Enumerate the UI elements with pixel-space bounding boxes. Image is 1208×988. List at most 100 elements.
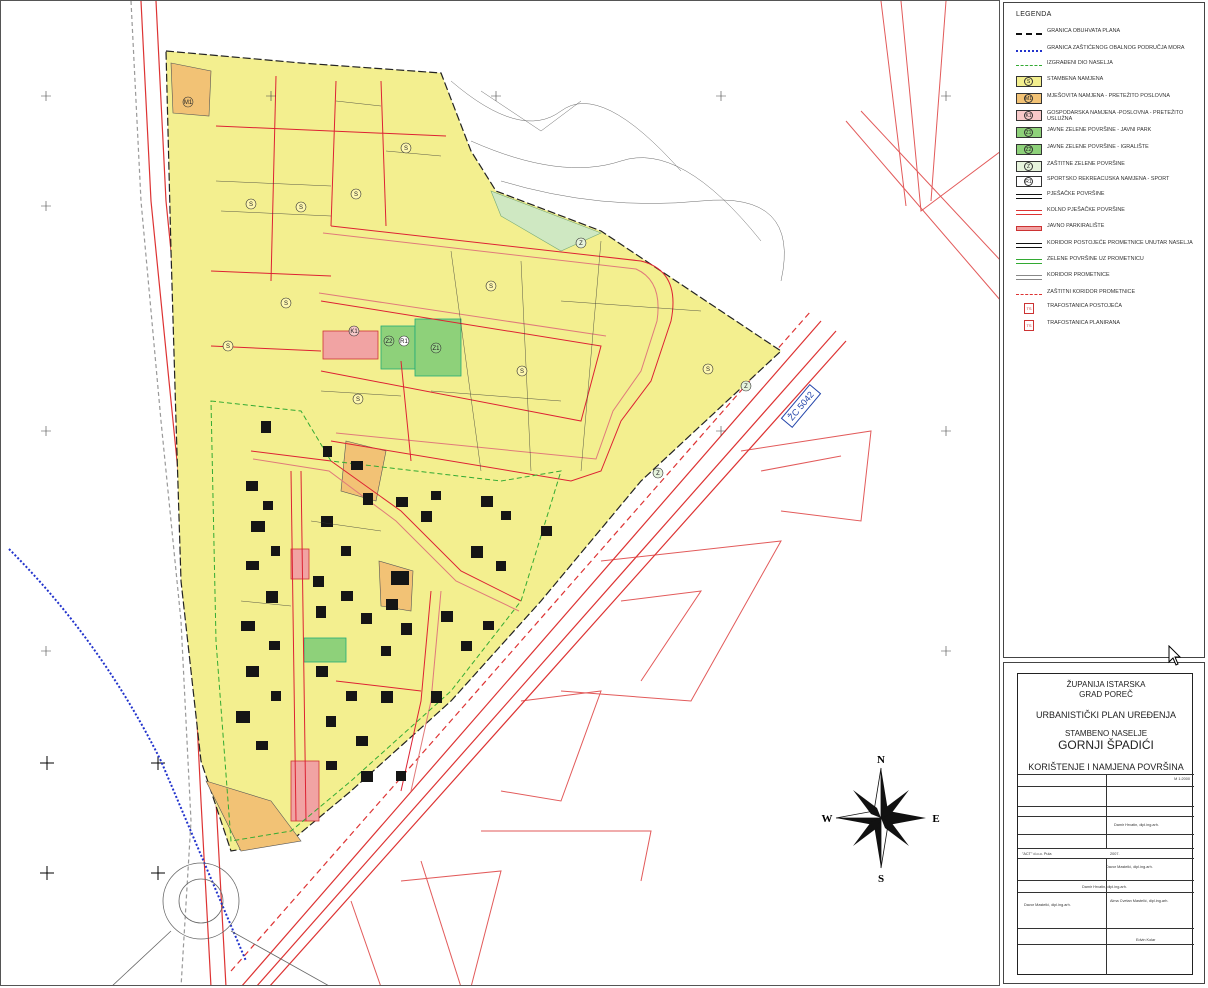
legend-item: Z ZAŠTITNE ZELENE POVRŠINE <box>1016 160 1201 174</box>
legend-item: M1 MJEŠOVITA NAMJENA - PRETEŽITO POSLOVNA <box>1016 92 1201 106</box>
legend-item: IZGRAĐENI DIO NASELJA <box>1016 59 1201 73</box>
svg-text:Z2: Z2 <box>385 339 393 345</box>
legend-symbol: K1 <box>1016 110 1042 121</box>
map-canvas[interactable]: S S S S S S S S S S Z Z Z Z2 Z1 K1 R1 M1 <box>0 0 1000 986</box>
legend-label: STAMBENA NAMJENA <box>1047 76 1104 82</box>
svg-text:S: S <box>520 369 524 375</box>
legend-label: KOLNO PJEŠAČKE POVRŠINE <box>1047 207 1125 213</box>
svg-text:S: S <box>354 192 358 198</box>
legend-symbol <box>1016 33 1042 35</box>
legend-zone-code: Z1 <box>1024 128 1033 137</box>
legend-zone-code: S <box>1024 77 1033 86</box>
legend-zone-code: Z2 <box>1024 145 1033 154</box>
legend-label: JAVNE ZELENE POVRŠINE - JAVNI PARK <box>1047 127 1152 133</box>
svg-text:Z: Z <box>579 241 583 247</box>
city-name: GRAD POREČ <box>1079 690 1133 699</box>
sheet-title: KORIŠTENJE I NAMJENA POVRŠINA <box>1028 762 1184 772</box>
legend-zone-code: M1 <box>1024 94 1033 103</box>
mouse-cursor-icon <box>1168 645 1182 666</box>
legend-label: SPORTSKO REKREACIJSKA NAMJENA - SPORT <box>1047 176 1170 182</box>
title-block: ŽUPANIJA ISTARSKA GRAD POREČ URBANISTIČK… <box>1003 662 1205 984</box>
plan-type: URBANISTIČKI PLAN UREĐENJA <box>1035 710 1177 720</box>
legend-symbol <box>1016 226 1042 231</box>
svg-text:S: S <box>299 205 303 211</box>
legend-symbol <box>1016 259 1042 264</box>
svg-text:S: S <box>404 146 408 152</box>
legend-label: ZAŠTITNI KORIDOR PROMETNICE <box>1047 289 1136 295</box>
svg-text:S: S <box>706 367 710 373</box>
legend-label: IZGRAĐENI DIO NASELJA <box>1047 60 1113 66</box>
legend-symbol <box>1016 194 1042 199</box>
legend-label: ZELENE POVRŠINE UZ PROMETNICU <box>1047 256 1144 262</box>
svg-text:Z: Z <box>656 471 660 477</box>
legend-label: ZAŠTITNE ZELENE POVRŠINE <box>1047 161 1125 167</box>
legend-symbol <box>1016 50 1042 52</box>
legend-zone-code: K1 <box>1024 111 1033 120</box>
legend-item: K1 GOSPODARSKA NAMJENA -POSLOVNA - PRETEŽ… <box>1016 109 1201 123</box>
legend-item: JAVNO PARKIRALIŠTE <box>1016 222 1201 236</box>
legend-item: ZAŠTITNI KORIDOR PROMETNICE <box>1016 288 1201 302</box>
legend-label: TRAFOSTANICA POSTOJEĆA <box>1047 303 1122 309</box>
legend-item: GRANICA OBUHVATA PLANA <box>1016 27 1201 41</box>
svg-text:K1: K1 <box>350 329 358 335</box>
legend-item: TS TRAFOSTANICA PLANIRANA <box>1016 319 1201 333</box>
svg-text:N: N <box>877 754 885 766</box>
title-block-frame: ŽUPANIJA ISTARSKA GRAD POREČ URBANISTIČK… <box>1017 673 1194 975</box>
legend-zone-code: R1 <box>1024 177 1033 186</box>
legend-item: Z2 JAVNE ZELENE POVRŠINE - IGRALIŠTE <box>1016 143 1201 157</box>
settlement-name: GORNJI ŠPADIĆI <box>1058 738 1154 752</box>
legend-label: JAVNO PARKIRALIŠTE <box>1047 223 1105 229</box>
svg-text:S: S <box>489 284 493 290</box>
legend-panel: LEGENDA GRANICA OBUHVATA PLANA GRANICA ZA… <box>1003 2 1205 658</box>
legend-label: PJEŠAČKE POVRŠINE <box>1047 191 1105 197</box>
svg-text:S: S <box>226 344 230 350</box>
compass-rose: N S E W <box>822 754 940 885</box>
county-name: ŽUPANIJA ISTARSKA <box>1066 680 1146 689</box>
svg-text:Z: Z <box>744 384 748 390</box>
legend-symbol <box>1016 294 1042 295</box>
legend-item: KORIDOR PROMETNICE <box>1016 271 1201 285</box>
legend-item: R1 SPORTSKO REKREACIJSKA NAMJENA - SPORT <box>1016 175 1201 189</box>
legend-label: KORIDOR PROMETNICE <box>1047 272 1110 278</box>
legend-symbol: Z2 <box>1016 144 1042 155</box>
legend-item: GRANICA ZAŠTIĆENOG OBALNOG PODRUČJA MORA <box>1016 44 1201 58</box>
legend-item: KORIDOR POSTOJEĆE PROMETNICE UNUTAR NASE… <box>1016 239 1201 253</box>
legend-title: LEGENDA <box>1016 11 1052 18</box>
legend-label: GRANICA ZAŠTIĆENOG OBALNOG PODRUČJA MORA <box>1047 45 1185 51</box>
svg-text:R1: R1 <box>400 339 408 345</box>
land-use-map: S S S S S S S S S S Z Z Z Z2 Z1 K1 R1 M1 <box>8 1 999 985</box>
legend-zone-code: Z <box>1024 162 1033 171</box>
legend-item: Z1 JAVNE ZELENE POVRŠINE - JAVNI PARK <box>1016 126 1201 140</box>
legend-symbol: TS <box>1024 303 1034 314</box>
legend-symbol <box>1016 275 1042 280</box>
settlement-label: STAMBENO NASELJE <box>1064 729 1148 738</box>
svg-text:Z1: Z1 <box>432 346 440 352</box>
legend-symbol: M1 <box>1016 93 1042 104</box>
tb-row-6: "ACT" d.o.o. Pula 2007. <box>1018 848 1194 858</box>
legend-symbol: TS <box>1024 320 1034 331</box>
legend-item: PJEŠAČKE POVRŠINE <box>1016 190 1201 204</box>
legend-item: KOLNO PJEŠAČKE POVRŠINE <box>1016 206 1201 220</box>
tb-divider <box>1106 858 1107 975</box>
legend-symbol: Z <box>1016 161 1042 172</box>
svg-text:S: S <box>284 301 288 307</box>
legend-symbol: R1 <box>1016 176 1042 187</box>
legend-symbol: Z1 <box>1016 127 1042 138</box>
legend-label: JAVNE ZELENE POVRŠINE - IGRALIŠTE <box>1047 144 1149 150</box>
legend-symbol <box>1016 243 1042 248</box>
tb-divider <box>1106 774 1107 848</box>
legend-item: S STAMBENA NAMJENA <box>1016 75 1201 89</box>
legend-symbol: S <box>1016 76 1042 87</box>
legend-label: GRANICA OBUHVATA PLANA <box>1047 28 1121 34</box>
legend-item: TS TRAFOSTANICA POSTOJEĆA <box>1016 302 1201 316</box>
svg-text:S: S <box>878 873 884 885</box>
legend-label: TRAFOSTANICA PLANIRANA <box>1047 320 1120 326</box>
svg-text:S: S <box>356 397 360 403</box>
legend-symbol <box>1016 210 1042 215</box>
svg-text:W: W <box>822 813 833 825</box>
svg-text:M1: M1 <box>184 100 193 106</box>
roundabout <box>112 862 329 985</box>
legend-label: KORIDOR POSTOJEĆE PROMETNICE UNUTAR NASE… <box>1047 240 1193 246</box>
legend-label: MJEŠOVITA NAMJENA - PRETEŽITO POSLOVNA <box>1047 93 1170 99</box>
legend-label: GOSPODARSKA NAMJENA -POSLOVNA - PRETEŽIT… <box>1047 110 1184 123</box>
